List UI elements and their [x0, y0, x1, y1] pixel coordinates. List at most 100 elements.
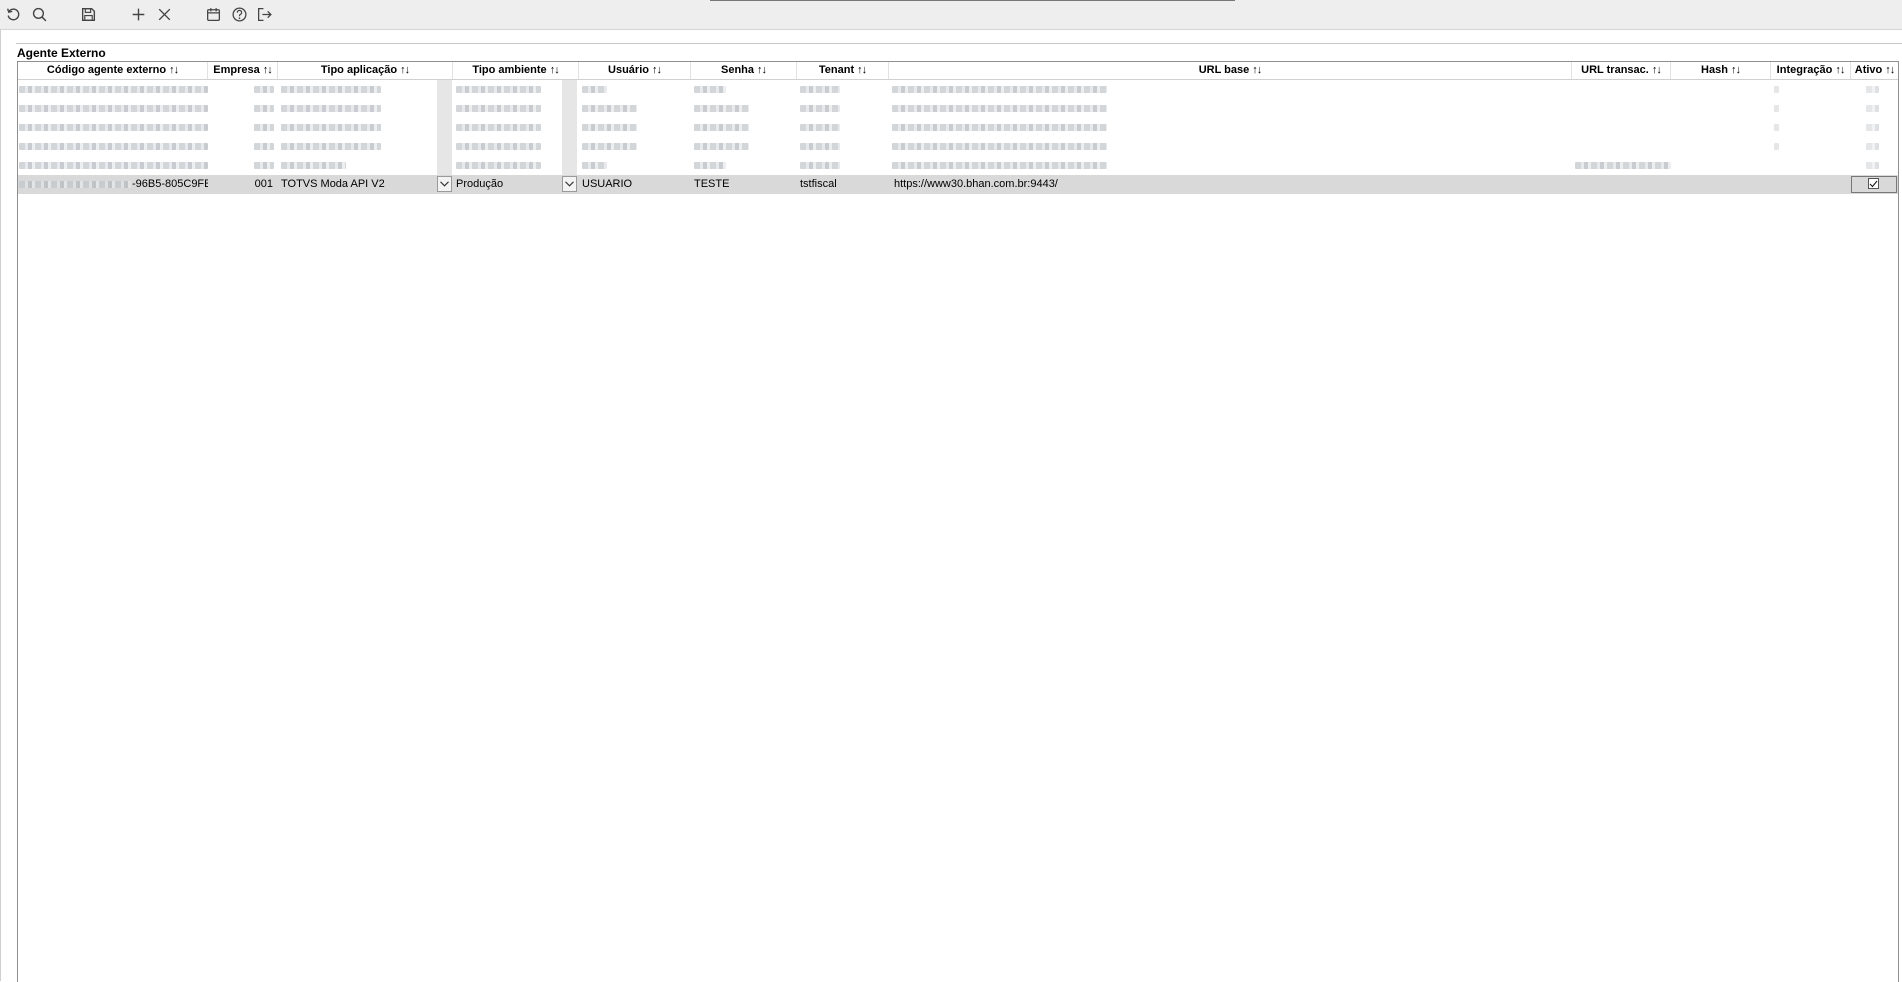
redacted-cell [1866, 162, 1879, 169]
search-button[interactable] [29, 4, 49, 24]
help-button[interactable] [229, 4, 249, 24]
table-row[interactable] [18, 99, 1898, 118]
panel-title: Agente Externo [17, 46, 106, 60]
refresh-button[interactable] [3, 4, 23, 24]
redacted-cell [1866, 105, 1879, 112]
redacted-cell [281, 86, 381, 93]
redacted-cell [1774, 105, 1779, 112]
sort-icon: ↑↓ [549, 64, 560, 76]
redacted-cell [254, 86, 274, 93]
dropdown-ghost [437, 118, 452, 137]
redacted-cell [281, 105, 381, 112]
redacted-cell [800, 105, 840, 112]
dropdown-ghost [562, 99, 577, 118]
cell-tipo-ambiente[interactable]: Produção [453, 175, 562, 194]
redacted-cell [281, 162, 346, 169]
redacted-cell [1866, 143, 1879, 150]
table-row[interactable] [18, 156, 1898, 175]
dropdown-ghost [562, 137, 577, 156]
redacted-cell [1774, 86, 1779, 93]
save-icon [81, 7, 95, 21]
redacted-cell [19, 181, 131, 188]
cell-senha[interactable]: TESTE [691, 175, 797, 194]
redacted-cell [1575, 162, 1671, 169]
calendar-icon [206, 7, 220, 21]
sort-icon: ↑↓ [1252, 64, 1262, 76]
cell-url-transac[interactable] [1572, 175, 1671, 194]
redacted-cell [19, 162, 208, 169]
cell-empresa[interactable]: 001 [208, 175, 278, 194]
col-header-tipo-ambiente[interactable]: Tipo ambiente ↑↓ [453, 62, 579, 79]
sort-icon: ↑↓ [400, 64, 410, 76]
redacted-cell [892, 105, 1107, 112]
redacted-cell [19, 105, 208, 112]
col-header-tipo-aplicacao[interactable]: Tipo aplicação ↑↓ [278, 62, 453, 79]
save-button[interactable] [78, 4, 98, 24]
dropdown-ghost [562, 118, 577, 137]
redacted-cell [892, 162, 1107, 169]
close-icon [158, 8, 170, 20]
col-header-integracao[interactable]: Integração ↑↓ [1771, 62, 1851, 79]
redacted-cell [254, 105, 274, 112]
table-row-selected[interactable]: -96B5-805C9FE 001 TOTVS Moda API V2 Prod… [18, 175, 1898, 194]
table-row[interactable] [18, 137, 1898, 156]
calendar-button[interactable] [203, 4, 223, 24]
search-icon [32, 7, 46, 21]
cell-tenant[interactable]: tstfiscal [797, 175, 889, 194]
tipo-aplicacao-dropdown[interactable] [437, 176, 452, 192]
redacted-cell [19, 124, 208, 131]
tipo-ambiente-dropdown[interactable] [562, 176, 577, 192]
cell-usuario[interactable]: USUARIO [579, 175, 691, 194]
redacted-cell [694, 124, 749, 131]
redacted-cell [456, 105, 541, 112]
toolbar [0, 0, 1902, 30]
dropdown-ghost [562, 156, 577, 175]
col-header-url-base[interactable]: URL base ↑↓ [889, 62, 1572, 79]
cell-tipo-aplicacao[interactable]: TOTVS Moda API V2 [278, 175, 437, 194]
agents-grid: Código agente externo ↑↓ Empresa ↑↓ Tipo a… [17, 61, 1899, 982]
redacted-cell [1866, 124, 1879, 131]
redacted-cell [456, 162, 541, 169]
exit-icon [257, 7, 272, 21]
help-icon [231, 6, 247, 22]
delete-button[interactable] [154, 4, 174, 24]
cell-url-base[interactable]: https://www30.bhan.com.br:9443/ [889, 175, 1572, 194]
col-header-url-transac[interactable]: URL transac. ↑↓ [1572, 62, 1671, 79]
sort-icon: ↑↓ [1651, 64, 1662, 76]
col-header-senha[interactable]: Senha ↑↓ [691, 62, 797, 79]
redacted-cell [694, 143, 749, 150]
sort-icon: ↑↓ [169, 64, 179, 76]
redacted-cell [694, 162, 726, 169]
sort-icon: ↑↓ [1885, 64, 1895, 76]
col-header-hash[interactable]: Hash ↑↓ [1671, 62, 1771, 79]
col-header-usuario[interactable]: Usuário ↑↓ [579, 62, 691, 79]
col-header-empresa[interactable]: Empresa ↑↓ [208, 62, 278, 79]
table-row[interactable] [18, 80, 1898, 99]
exit-button[interactable] [254, 4, 274, 24]
redacted-cell [694, 105, 749, 112]
redacted-cell [456, 143, 541, 150]
redacted-cell [582, 162, 607, 169]
col-header-ativo[interactable]: Ativo ↑↓ [1851, 62, 1898, 79]
cell-integracao[interactable] [1771, 175, 1851, 194]
sort-icon: ↑↓ [262, 64, 273, 76]
col-header-tenant[interactable]: Tenant ↑↓ [797, 62, 889, 79]
sort-icon: ↑↓ [1835, 64, 1845, 76]
redacted-cell [254, 143, 274, 150]
cell-codigo[interactable]: -96B5-805C9FE [130, 175, 208, 194]
redacted-cell [582, 86, 607, 93]
checkmark-icon [1869, 180, 1878, 187]
redacted-cell [582, 124, 637, 131]
add-button[interactable] [128, 4, 148, 24]
redacted-cell [281, 143, 381, 150]
chevron-down-icon [440, 181, 449, 187]
table-row[interactable] [18, 118, 1898, 137]
sort-icon: ↑↓ [857, 64, 867, 76]
refresh-icon [6, 7, 19, 20]
cell-hash[interactable] [1671, 175, 1771, 194]
redacted-cell [800, 162, 840, 169]
redacted-cell [1866, 86, 1879, 93]
ativo-checkbox[interactable] [1868, 178, 1879, 189]
col-header-codigo[interactable]: Código agente externo ↑↓ [18, 62, 208, 79]
sort-icon: ↑↓ [757, 64, 767, 76]
